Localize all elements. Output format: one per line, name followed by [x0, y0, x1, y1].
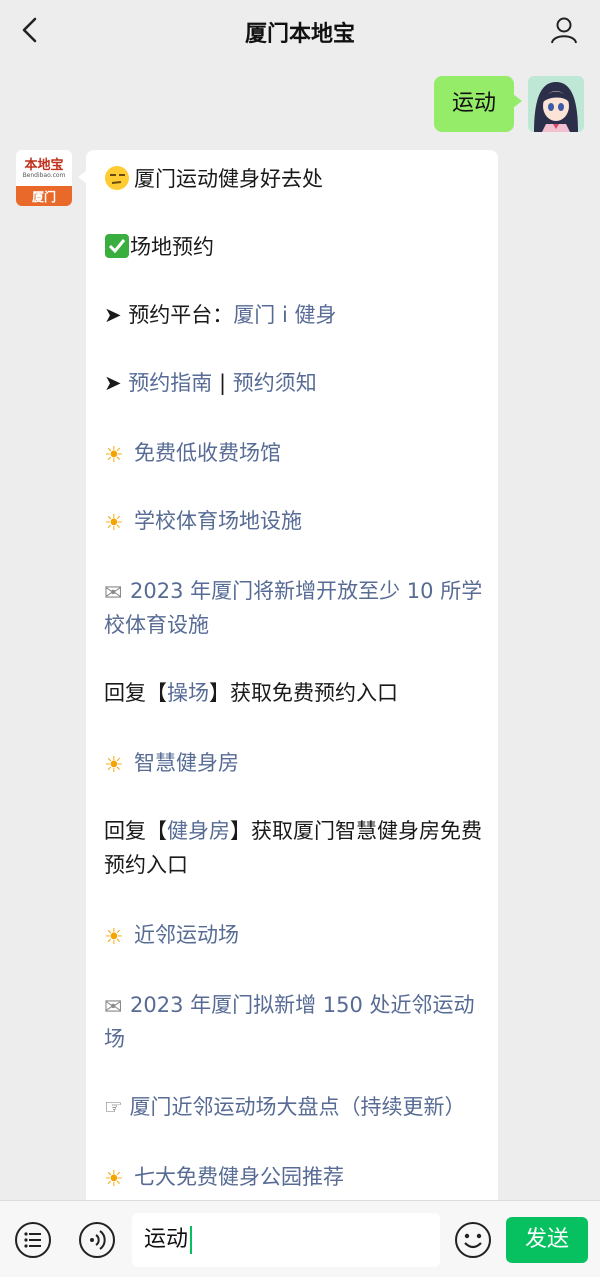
sun-icon: ☀ [104, 925, 124, 950]
arrow-right-icon: ➤ [104, 303, 122, 327]
school-news-link[interactable]: ✉ 2023 年厦门将新增开放至少 10 所学校体育设施 [104, 574, 494, 642]
sun-icon: ☀ [104, 511, 124, 536]
platform-link[interactable]: 厦门 i 健身 [233, 303, 336, 327]
sun-icon: ☀ [104, 443, 124, 468]
send-button[interactable]: 发送 [506, 1217, 588, 1263]
voice-button[interactable] [78, 1221, 116, 1259]
logo-city: 厦门 [31, 190, 56, 204]
message-input[interactable]: 运动 [132, 1213, 440, 1267]
bot-avatar[interactable]: 本地宝 Bendibao.com 厦门 [16, 150, 72, 206]
parks-link[interactable]: ☀ 七大免费健身公园推荐 [104, 1160, 494, 1194]
free-venues-link[interactable]: ☀ 免费低收费场馆 [104, 436, 494, 470]
chat-screen: 厦门本地宝 运动 本地宝 Bendibao.com 厦门 厦门运动健身好去处 场… [0, 0, 600, 1277]
envelope-icon: ✉ [104, 995, 123, 1020]
nearby-field-link[interactable]: ☀ 近邻运动场 [104, 918, 494, 952]
menu-button[interactable] [14, 1221, 52, 1259]
sun-icon: ☀ [104, 753, 124, 778]
thinking-face-icon [105, 166, 129, 190]
message-title: 厦门运动健身好去处 [104, 162, 494, 196]
emoji-button[interactable] [454, 1221, 492, 1259]
profile-button[interactable] [546, 12, 582, 48]
incoming-bubble: 厦门运动健身好去处 场地预约 ➤ 预约平台：厦门 i 健身 ➤ 预约指南 | 预… [78, 150, 498, 1200]
sun-icon: ☀ [104, 1167, 124, 1192]
notice-link[interactable]: 预约须知 [233, 371, 317, 395]
keyword-gym[interactable]: 健身房 [167, 819, 230, 843]
nearby-news-link[interactable]: ✉ 2023 年厦门拟新增 150 处近邻运动场 [104, 988, 494, 1056]
guide-row: ➤ 预约指南 | 预约须知 [104, 371, 317, 395]
smiley-icon [455, 1222, 491, 1258]
top-bar: 厦门本地宝 [0, 0, 600, 62]
person-icon [551, 17, 577, 44]
platform-row: ➤ 预约平台：厦门 i 健身 [104, 303, 337, 327]
user-avatar[interactable] [528, 76, 584, 132]
outgoing-bubble[interactable]: 运动 [433, 76, 523, 132]
nearby-list-link[interactable]: ☞ 厦门近邻运动场大盘点（持续更新） [104, 1090, 494, 1124]
logo-domain: Bendibao.com [22, 172, 66, 179]
booking-heading: 场地预约 [104, 230, 494, 264]
list-menu-icon [15, 1222, 51, 1258]
reply-playground-row: 回复【操场】获取免费预约入口 [104, 681, 398, 705]
reply-gym-row: 回复【健身房】获取厦门智慧健身房免费预约入口 [104, 819, 482, 877]
text-caret [190, 1226, 193, 1254]
envelope-icon: ✉ [104, 581, 123, 606]
school-heading[interactable]: ☀ 学校体育场地设施 [104, 504, 494, 538]
voice-icon [79, 1222, 115, 1258]
logo-text: 本地宝 [24, 158, 64, 173]
anime-girl-avatar-icon [528, 76, 584, 132]
keyword-playground[interactable]: 操场 [167, 681, 209, 705]
guide-link[interactable]: 预约指南 [128, 371, 212, 395]
smart-gym-link[interactable]: ☀ 智慧健身房 [104, 746, 494, 780]
arrow-right-icon: ➤ [104, 371, 122, 395]
input-bar: 运动 发送 [0, 1200, 600, 1277]
pointing-hand-icon: ☞ [104, 1095, 123, 1119]
message-list[interactable]: 运动 本地宝 Bendibao.com 厦门 厦门运动健身好去处 场地预约 ➤ … [0, 62, 600, 1200]
outgoing-message: 运动 [433, 76, 584, 132]
page-title: 厦门本地宝 [244, 22, 355, 47]
green-check-icon [105, 234, 129, 258]
